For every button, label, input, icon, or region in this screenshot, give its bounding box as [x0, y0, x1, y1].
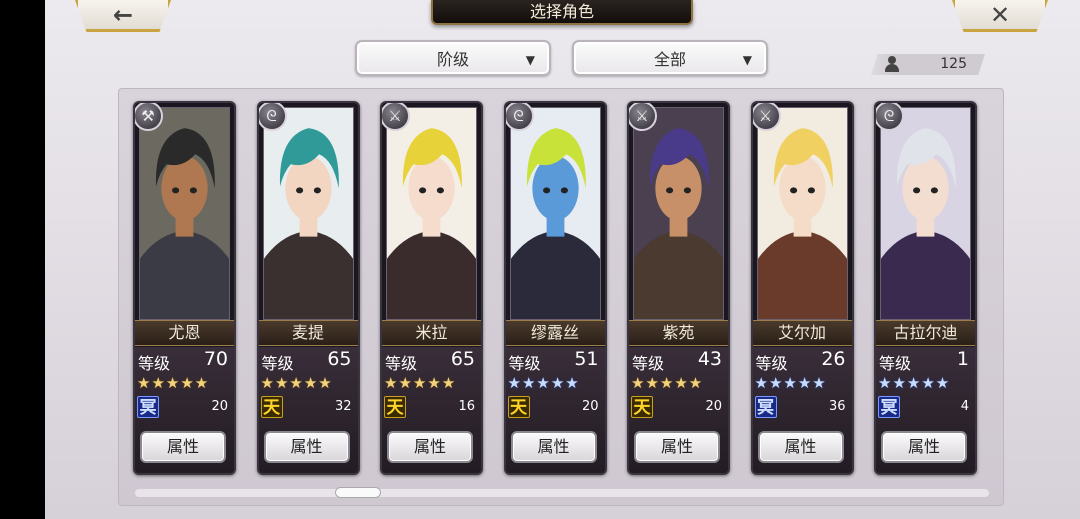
character-stats: 等级 65 ★★★★★ 天 32 属性 — [258, 347, 358, 473]
star-rating: ★★★★★ — [507, 374, 580, 392]
character-card[interactable]: ᘓ 古拉尔迪 等级 1 ★★★★★ 冥 4 属性 — [874, 101, 977, 475]
sword-icon: ⚔ — [629, 103, 657, 131]
rank-filter-dropdown[interactable]: 阶级 ▼ — [355, 40, 551, 76]
card-count: 20 — [705, 399, 722, 414]
attributes-button[interactable]: 属性 — [757, 431, 844, 463]
character-stats: 等级 51 ★★★★★ 天 20 属性 — [505, 347, 605, 473]
star-rating: ★★★★★ — [878, 374, 951, 392]
category-filter-label: 全部 — [653, 50, 686, 69]
star-rating: ★★★★★ — [384, 374, 457, 392]
character-portrait — [386, 107, 477, 320]
attributes-button[interactable]: 属性 — [387, 431, 473, 463]
scrollbar-track[interactable] — [135, 489, 989, 497]
character-name: 尤恩 — [135, 320, 234, 346]
chevron-down-icon: ▼ — [742, 53, 752, 67]
page-title: 选择角色 — [431, 0, 693, 25]
card-count: 20 — [211, 399, 228, 414]
level-value: 43 — [697, 348, 722, 370]
level-label: 等级 — [385, 354, 418, 373]
character-card[interactable]: ᘓ 麦提 等级 65 ★★★★★ 天 32 属性 — [256, 101, 360, 475]
card-count: 16 — [458, 399, 475, 414]
attributes-button[interactable]: 属性 — [510, 431, 597, 463]
level-value: 51 — [574, 348, 599, 370]
faction-emblem-icon: 冥 — [754, 396, 777, 418]
character-portrait — [756, 107, 848, 320]
character-stats: 等级 65 ★★★★★ 天 16 属性 — [382, 347, 481, 473]
character-card[interactable]: ⚔ 艾尔加 等级 26 ★★★★★ 冥 36 属性 — [750, 101, 854, 475]
roster-count-value: 125 — [940, 56, 967, 72]
character-portrait — [262, 107, 354, 320]
star-rating: ★★★★★ — [260, 374, 333, 392]
faction-emblem-icon: 天 — [507, 396, 530, 418]
character-portrait — [139, 107, 230, 320]
roster-count: 125 — [871, 54, 985, 75]
level-label: 等级 — [632, 354, 665, 373]
staff-icon: ᘓ — [876, 103, 904, 131]
card-count: 36 — [828, 399, 846, 414]
character-portrait — [633, 107, 724, 320]
level-label: 等级 — [138, 354, 171, 373]
character-card[interactable]: ⚔ 紫苑 等级 43 ★★★★★ 天 20 属性 — [627, 101, 730, 475]
character-stats: 等级 1 ★★★★★ 冥 4 属性 — [876, 347, 975, 473]
character-name: 米拉 — [382, 320, 481, 346]
star-rating: ★★★★★ — [137, 374, 210, 392]
level-value: 1 — [956, 348, 969, 370]
character-name: 麦提 — [258, 320, 358, 346]
hammer-icon: ⚒ — [135, 103, 163, 131]
rank-filter-label: 阶级 — [436, 50, 469, 69]
staff-icon: ᘓ — [505, 103, 534, 131]
chevron-down-icon: ▼ — [525, 53, 535, 67]
level-value: 65 — [327, 348, 352, 370]
star-rating: ★★★★★ — [631, 374, 704, 392]
attributes-button[interactable]: 属性 — [634, 431, 720, 463]
back-arrow-icon: ← — [112, 0, 134, 29]
faction-emblem-icon: 冥 — [137, 396, 159, 418]
level-value: 70 — [203, 348, 228, 370]
character-stats: 等级 26 ★★★★★ 冥 36 属性 — [752, 347, 852, 473]
character-name: 紫苑 — [629, 320, 728, 346]
staff-icon: ᘓ — [258, 103, 287, 131]
category-filter-dropdown[interactable]: 全部 ▼ — [572, 40, 768, 76]
character-card[interactable]: ⚔ 米拉 等级 65 ★★★★★ 天 16 属性 — [380, 101, 483, 475]
character-card[interactable]: ⚒ 尤恩 等级 70 ★★★★★ 冥 20 属性 — [133, 101, 236, 475]
card-count: 32 — [334, 399, 352, 414]
character-stats: 等级 43 ★★★★★ 天 20 属性 — [629, 347, 728, 473]
character-name: 古拉尔迪 — [876, 320, 975, 346]
character-portrait — [509, 107, 601, 320]
attributes-button[interactable]: 属性 — [881, 431, 967, 463]
person-icon — [885, 56, 899, 72]
faction-emblem-icon: 天 — [260, 396, 283, 418]
level-label: 等级 — [508, 354, 541, 373]
star-rating: ★★★★★ — [754, 374, 827, 392]
faction-emblem-icon: 冥 — [878, 396, 900, 418]
level-label: 等级 — [755, 354, 788, 373]
character-name: 缪露丝 — [505, 320, 605, 346]
character-select-screen: ← 选择角色 ✕ 阶级 ▼ 全部 ▼ 125 ⚒ 尤恩 等级 70 ★★★★★ … — [45, 0, 1080, 519]
attributes-button[interactable]: 属性 — [263, 431, 350, 463]
character-stats: 等级 70 ★★★★★ 冥 20 属性 — [135, 347, 234, 473]
close-icon: ✕ — [989, 0, 1011, 29]
close-button[interactable]: ✕ — [952, 0, 1048, 32]
character-card[interactable]: ᘓ 缪露丝 等级 51 ★★★★★ 天 20 属性 — [503, 101, 607, 475]
level-value: 65 — [450, 348, 475, 370]
character-portrait — [880, 107, 971, 320]
attributes-button[interactable]: 属性 — [140, 431, 226, 463]
level-label: 等级 — [261, 354, 294, 373]
sword-icon: ⚔ — [382, 103, 410, 131]
level-label: 等级 — [879, 354, 912, 373]
faction-emblem-icon: 天 — [631, 396, 653, 418]
sword-icon: ⚔ — [752, 103, 781, 131]
card-count: 4 — [960, 399, 969, 414]
scrollbar-thumb[interactable] — [335, 487, 381, 498]
level-value: 26 — [821, 348, 846, 370]
faction-emblem-icon: 天 — [384, 396, 406, 418]
back-button[interactable]: ← — [75, 0, 171, 32]
character-name: 艾尔加 — [752, 320, 852, 346]
card-count: 20 — [581, 399, 599, 414]
